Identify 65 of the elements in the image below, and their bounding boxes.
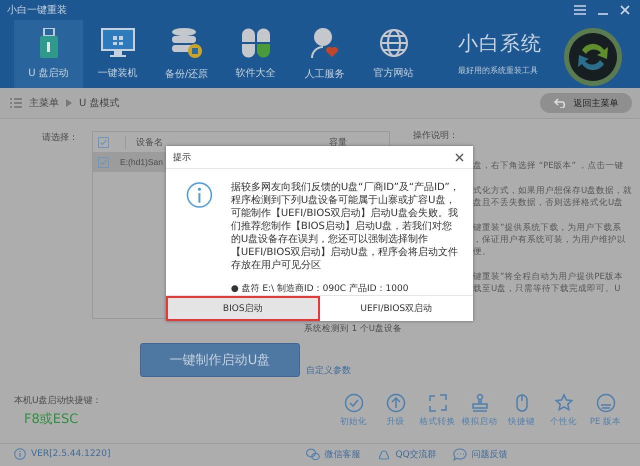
nav-tab[interactable]: 官方网站 (359, 20, 428, 88)
usb-drive-icon (38, 28, 60, 58)
custom-params-link[interactable]: 自定义参数 (306, 364, 351, 377)
nav-tab[interactable]: 人工服务 (290, 20, 359, 88)
window-title: 小白一键重装 (7, 4, 67, 17)
sync-logo-icon (562, 26, 624, 88)
dialog-button[interactable]: UEFI/BIOS双启动 (320, 296, 473, 321)
speech-bubble-icon (452, 448, 467, 460)
pe-circle-icon (596, 393, 616, 413)
monitor-icon (100, 28, 134, 58)
close-icon[interactable] (455, 152, 464, 162)
menu-icon[interactable] (574, 5, 586, 15)
checkbox[interactable] (98, 156, 109, 168)
instruction-text: 式化方式，如果用户想保存U盘数据，就 盘且不丢失数据，否则选择格式化U盘 (473, 185, 633, 209)
footer-link[interactable]: 微信客服 (306, 448, 361, 460)
globe-icon (378, 28, 408, 58)
version-label: VER[2.5.44.1220] (31, 449, 111, 459)
info-icon (14, 448, 26, 460)
make-usb-button[interactable]: 一键制作启动U盘 (140, 343, 300, 377)
nav-tab[interactable]: U 盘启动 (14, 20, 83, 88)
chevron-right-icon (66, 99, 72, 107)
select-label: 请选择： (42, 132, 79, 145)
brand-name: 小白系统 (458, 30, 542, 57)
breadcrumb-link[interactable]: 主菜单 (29, 96, 59, 110)
convert-icon (428, 393, 448, 413)
upload-circle-icon (386, 393, 406, 413)
check-circle-icon (344, 393, 364, 413)
nav-tab[interactable]: 一键装机 (83, 20, 152, 88)
nav-tab[interactable]: 软件大全 (221, 20, 290, 88)
person-heart-icon (310, 27, 340, 59)
tool-button[interactable]: PE 版本 (586, 393, 625, 428)
database-icon (170, 27, 202, 59)
breadcrumb-current: U 盘模式 (79, 96, 120, 110)
checkbox[interactable] (98, 136, 109, 148)
brand-slogan: 最好用的系统重装工具 (458, 65, 539, 76)
stamp-icon (470, 393, 490, 413)
footer-link[interactable]: 问题反馈 (452, 448, 508, 460)
star-icon (554, 393, 574, 413)
footer-link[interactable]: QQ交流群 (376, 448, 437, 460)
chat-bubbles-icon (306, 448, 320, 460)
instruction-text: 键重装”将全程自动为用户提供PE版本 载至U盘，只需等待下载完成即可。U (473, 271, 624, 295)
instructions-title: 操作说明： (413, 130, 459, 142)
tool-button[interactable]: 个性化 (544, 393, 583, 428)
status-text: 系统检测到 1 个U盘设备 (303, 323, 404, 335)
table-cell: E:(hd1)San (120, 157, 163, 167)
shortcut-keys: F8或ESC (14, 410, 334, 428)
undo-arrow-icon (554, 98, 568, 108)
device-detail: ● 盘符 E:\ 制造商ID：090C 产品ID：1000 (230, 282, 410, 296)
info-icon (186, 181, 213, 210)
tool-button[interactable]: 初始化 (334, 393, 373, 428)
tool-button[interactable]: 格式转换 (418, 393, 457, 428)
back-button[interactable]: 返回主菜单 (540, 93, 632, 113)
dialog-title: 提示 (173, 152, 191, 164)
list-icon (10, 98, 22, 108)
dialog-message: 据较多网友向我们反馈的U盘“厂商ID”及“产品ID”，程序检测到下列U盘设备可能属于山寨或扩容U盘，可能制作【UEFI/BIOS双启动】启动U盘会失败。我们推荐您制作【BIOS启动】启动U盘，若我们对您的U盘设备存在误判，您还可以强制选择制作【UEFI/BIOS双启动】启动U盘，程序会将启动文件存放在用户可见分区 (230, 181, 461, 272)
dialog-button[interactable]: BIOS启动 (166, 296, 320, 321)
instruction-text: 键重装”提供系统下载，为用户下载系 ，保证用户有系统可装，为用户维护以 便。 (473, 222, 627, 258)
tool-button[interactable]: 快捷键 (502, 393, 541, 428)
column-header: 容量 (329, 136, 348, 148)
shortcut-label: 本机U盘启动快捷键： (14, 394, 103, 407)
nav-tab[interactable]: 备份/还原 (152, 20, 221, 88)
tool-button[interactable]: 模拟启动 (460, 393, 499, 428)
clover-icon (240, 28, 270, 58)
instruction-text: 盘，右下角选择 “PE版本” ，点击一键 (473, 160, 625, 172)
tool-button[interactable]: 升级 (376, 393, 415, 428)
